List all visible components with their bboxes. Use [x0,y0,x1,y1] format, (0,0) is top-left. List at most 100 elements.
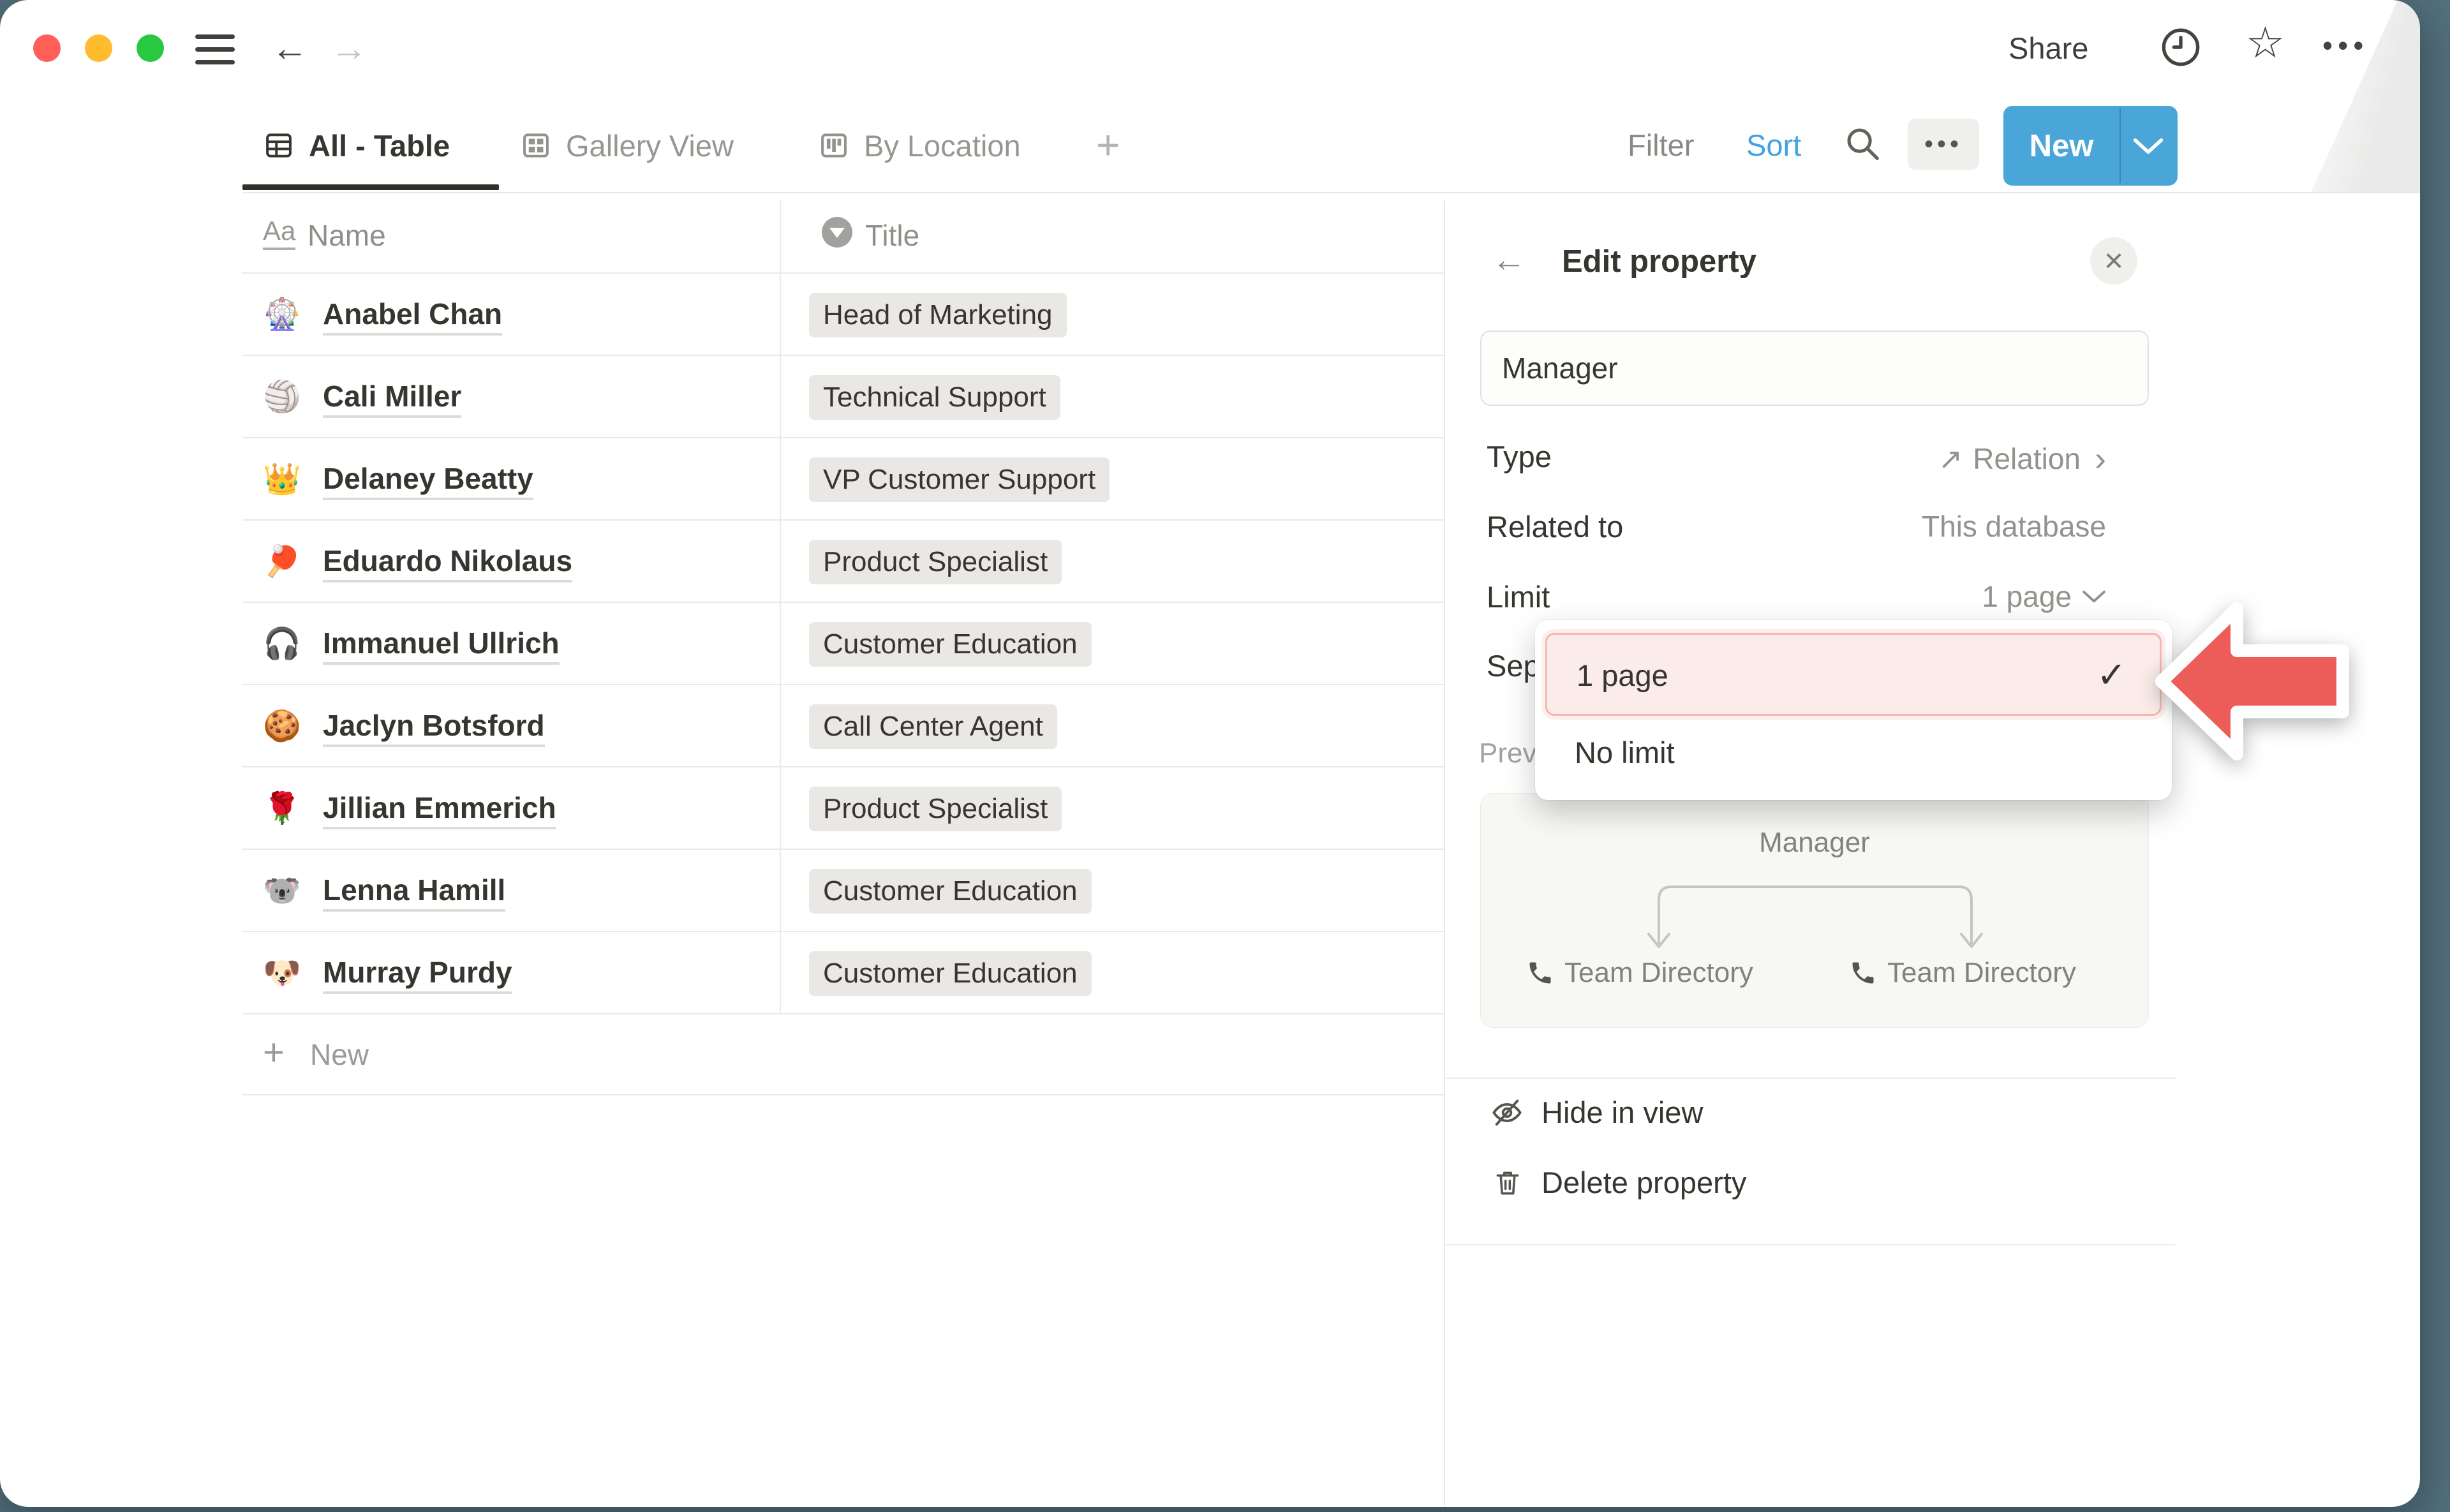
row-name-link[interactable]: Cali Miller [323,379,461,418]
row-name-link[interactable]: Jaclyn Botsford [323,708,545,747]
relation-arrow-icon: ↗ [1938,441,1963,476]
row-name-link[interactable]: Immanuel Ullrich [323,626,560,665]
check-icon: ✓ [2097,654,2127,696]
row-name-link[interactable]: Murray Purdy [323,955,512,994]
table-view-icon [263,130,295,161]
panel-close-button[interactable]: × [2090,237,2137,285]
new-button[interactable]: New [2003,106,2178,186]
row-title-pill[interactable]: Technical Support [809,375,1060,420]
dropdown-option-1-page[interactable]: 1 page ✓ [1545,633,2162,716]
row-title-pill[interactable]: Product Specialist [809,540,1062,584]
limit-label: Limit [1487,579,1550,614]
plus-icon: + [263,1031,285,1074]
row-emoji: 🏐 [263,356,301,437]
row-emoji: 🐨 [263,850,301,931]
panel-title: Edit property [1562,244,1756,279]
row-title-pill[interactable]: VP Customer Support [809,457,1110,502]
phone-icon [1849,959,1877,987]
row-name-link[interactable]: Eduardo Nikolaus [323,544,572,582]
preview-team-directory-right: Team Directory [1849,957,2076,989]
table-row[interactable]: 🐨 Lenna Hamill Customer Education [242,850,1444,932]
row-name-link[interactable]: Lenna Hamill [323,873,505,912]
text-property-icon: Aa [263,216,295,250]
column-header-title[interactable]: Title [865,218,919,253]
hide-in-view-button[interactable]: Hide in view [1490,1095,1703,1130]
property-name-input[interactable]: Manager [1480,330,2149,406]
table-row[interactable]: 🐶 Murray Purdy Customer Education [242,932,1444,1014]
button-split-divider [2120,108,2121,183]
table-row[interactable]: 🎧 Immanuel Ullrich Customer Education [242,603,1444,685]
tabbar-divider [242,192,2420,193]
phone-icon [1526,959,1554,987]
row-title-pill[interactable]: Customer Education [809,869,1092,914]
traffic-zoom-button[interactable] [137,34,164,62]
row-title-pill[interactable]: Head of Marketing [809,293,1067,337]
table-header-row: Aa Name Title [242,200,1444,274]
table-row[interactable]: 🌹 Jillian Emmerich Product Specialist [242,767,1444,850]
related-to-label: Related to [1487,509,1623,544]
separate-label-partial: Sep [1487,648,1540,683]
tab-label: All - Table [309,128,450,163]
option-label: 1 page [1577,658,1668,693]
row-title-pill[interactable]: Customer Education [809,622,1092,667]
column-header-name[interactable]: Name [308,218,386,253]
type-value-text: Relation [1973,441,2081,476]
table-row[interactable]: 👑 Delaney Beatty VP Customer Support [242,438,1444,521]
preview-item-label: Team Directory [1564,957,1753,989]
type-label: Type [1487,439,1552,474]
dots-icon: ••• [1924,130,1963,159]
tab-by-location[interactable]: By Location [818,125,1021,166]
preview-label-partial: Prev [1479,737,1536,769]
eye-off-icon [1490,1096,1524,1129]
sort-button[interactable]: Sort [1746,128,1801,163]
row-name-link[interactable]: Delaney Beatty [323,461,533,500]
row-emoji: 🎧 [263,603,301,684]
new-row-button[interactable]: + New [242,1014,1444,1095]
favorite-star-icon[interactable]: ☆ [2246,18,2285,68]
chevron-down-icon [2082,589,2106,604]
chevron-down-icon[interactable] [2132,138,2164,154]
panel-section-divider [1444,1078,2176,1079]
annotation-arrow-left [2130,582,2367,781]
limit-value-dropdown[interactable]: 1 page [1982,579,2106,614]
row-title-pill[interactable]: Call Center Agent [809,704,1057,749]
back-icon[interactable]: ← [271,23,308,74]
row-title-pill[interactable]: Customer Education [809,951,1092,996]
new-row-label: New [310,1037,369,1072]
row-emoji: 🌹 [263,767,301,849]
table-row[interactable]: 🍪 Jaclyn Botsford Call Center Agent [242,685,1444,767]
panel-back-icon[interactable]: ← [1492,240,1526,279]
row-emoji: 🍪 [263,685,301,766]
share-button[interactable]: Share [2008,29,2088,68]
history-clock-icon[interactable] [2159,26,2202,69]
dropdown-option-no-limit[interactable]: No limit [1545,718,2162,789]
tab-label: Gallery View [566,128,734,163]
tab-gallery-view[interactable]: Gallery View [520,125,734,166]
view-options-button[interactable]: ••• [1908,119,1979,170]
table-row[interactable]: 🎡 Anabel Chan Head of Marketing [242,274,1444,356]
delete-property-button[interactable]: Delete property [1492,1165,1746,1200]
row-title-pill[interactable]: Product Specialist [809,787,1062,831]
app-window: ← → Share ☆ ••• All - Table Gallery View… [0,0,2420,1507]
board-view-icon [818,130,850,161]
type-value[interactable]: ↗ Relation › [1938,439,2106,478]
row-name-link[interactable]: Jillian Emmerich [323,790,556,829]
forward-icon[interactable]: → [330,23,368,74]
limit-value-text: 1 page [1982,579,2072,614]
related-to-value-text: This database [1922,509,2106,544]
row-emoji: 🎡 [263,274,301,355]
more-options-icon[interactable]: ••• [2322,28,2368,63]
row-emoji: 🏓 [263,521,301,602]
filter-button[interactable]: Filter [1628,128,1694,163]
traffic-minimize-button[interactable] [85,34,112,62]
traffic-close-button[interactable] [33,34,61,62]
related-to-value[interactable]: This database [1922,509,2106,544]
row-emoji: 👑 [263,438,301,519]
option-label: No limit [1575,735,1675,770]
add-view-button[interactable]: + [1096,121,1120,168]
tab-all-table[interactable]: All - Table [263,125,450,166]
row-name-link[interactable]: Anabel Chan [323,297,502,336]
table-row[interactable]: 🏓 Eduardo Nikolaus Product Specialist [242,521,1444,603]
table-row[interactable]: 🏐 Cali Miller Technical Support [242,356,1444,438]
search-icon[interactable] [1843,124,1882,163]
